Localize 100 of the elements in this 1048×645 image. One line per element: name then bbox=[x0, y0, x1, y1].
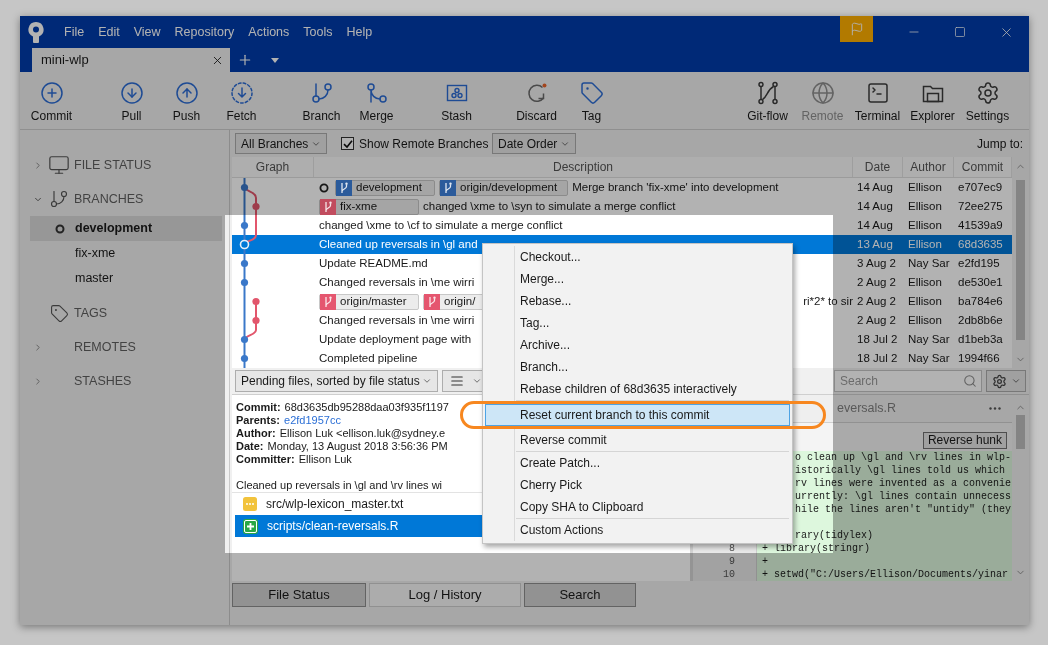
detail-label: Commit: bbox=[236, 401, 281, 414]
scrollbar-thumb[interactable] bbox=[1016, 415, 1025, 449]
menu-item[interactable]: Branch... bbox=[485, 356, 790, 378]
tab-list-button[interactable] bbox=[271, 58, 279, 63]
toolbar-button[interactable]: Fetch bbox=[214, 77, 269, 125]
diff-line: rary(tidylex) bbox=[795, 529, 873, 542]
toolbar-button[interactable]: Branch bbox=[294, 77, 349, 125]
ring-icon bbox=[55, 223, 65, 234]
column-header[interactable]: Graph bbox=[232, 157, 314, 177]
column-header[interactable]: Date bbox=[853, 157, 903, 177]
commit-date: 13 Aug bbox=[857, 237, 893, 250]
menu-item[interactable]: Checkout... bbox=[485, 246, 790, 268]
toolbar-button[interactable]: Push bbox=[159, 77, 214, 125]
menu-item[interactable]: Repository bbox=[174, 24, 235, 40]
sidebar-branch[interactable]: fix-xme bbox=[30, 241, 222, 266]
repository-tab[interactable]: mini-wlp bbox=[32, 48, 230, 72]
commit-hash: 72ee275 bbox=[958, 199, 1003, 212]
sidebar-section[interactable]: BRANCHES bbox=[20, 187, 229, 211]
branch-filter-dropdown[interactable]: All Branches bbox=[235, 133, 327, 154]
scrollbar[interactable] bbox=[1012, 157, 1029, 368]
menu-item[interactable]: Tag... bbox=[485, 312, 790, 334]
add-tab-button[interactable] bbox=[237, 52, 253, 68]
app-logo bbox=[28, 21, 44, 43]
more-button[interactable] bbox=[988, 404, 1002, 413]
diff-line: urrently: \gl lines contain unnecess bbox=[795, 490, 1012, 503]
settings-dropdown[interactable] bbox=[986, 370, 1026, 392]
menu-item[interactable]: Actions bbox=[248, 24, 290, 40]
commit-author: Nay Sar bbox=[908, 351, 950, 364]
menu-item[interactable]: Help bbox=[346, 24, 373, 40]
toolbar-button[interactable]: Git-flow bbox=[740, 77, 795, 125]
menu-item[interactable]: Rebase children of 68d3635 interactively bbox=[485, 378, 790, 400]
checkbox-label[interactable]: Show Remote Branches bbox=[359, 134, 489, 153]
commit-message-text: Cleaned up reversals in \gl and \rv lines wi bbox=[236, 479, 443, 491]
menu-item[interactable]: Create Patch... bbox=[485, 452, 790, 474]
toolbar-button[interactable]: Stash bbox=[429, 77, 484, 125]
sidebar-branch[interactable]: development bbox=[30, 216, 222, 241]
toolbar-button[interactable]: Discard bbox=[509, 77, 564, 125]
commit-message: Merge branch 'fix-xme' into development bbox=[572, 179, 779, 195]
commit-author: Ellison bbox=[908, 275, 942, 288]
toolbar-button[interactable]: Explorer bbox=[905, 77, 960, 125]
commit-hash: de530e1 bbox=[958, 275, 1003, 288]
sidebar-section[interactable]: REMOTES bbox=[20, 335, 229, 359]
column-header[interactable]: Description bbox=[314, 157, 853, 177]
column-header[interactable]: Author bbox=[903, 157, 954, 177]
commit-message: Completed pipeline bbox=[319, 350, 418, 366]
sidebar-section[interactable]: TAGS bbox=[20, 301, 229, 325]
menu-item[interactable]: Rebase... bbox=[485, 290, 790, 312]
menu-item[interactable]: Tools bbox=[303, 24, 333, 40]
toolbar-button[interactable]: Tag bbox=[564, 77, 619, 125]
menu-item[interactable]: Merge... bbox=[485, 268, 790, 290]
merge-icon bbox=[364, 81, 389, 105]
toolbar-button[interactable]: Pull bbox=[104, 77, 159, 125]
view-tab[interactable]: File Status bbox=[232, 583, 366, 607]
menu-item[interactable]: File bbox=[64, 24, 85, 40]
diff-line: istorically \gl lines told us which bbox=[795, 464, 1006, 477]
toolbar-button[interactable]: Terminal bbox=[850, 77, 905, 125]
menu-item[interactable]: Cherry Pick bbox=[485, 474, 790, 496]
maximize-icon bbox=[954, 26, 966, 38]
commit-message: Update deployment page with bbox=[319, 331, 472, 347]
sidebar-branch[interactable]: master bbox=[30, 266, 222, 291]
commit-hash: e2fd195 bbox=[958, 256, 1000, 269]
menu-item[interactable]: Edit bbox=[98, 24, 120, 40]
commit-date: 3 Aug 2 bbox=[857, 256, 896, 269]
scrollbar-thumb[interactable] bbox=[1016, 180, 1025, 340]
ref-name: fix-xme bbox=[339, 198, 379, 214]
commit-hash: 1994f66 bbox=[958, 351, 1000, 364]
tag-icon bbox=[579, 81, 604, 105]
order-dropdown[interactable]: Date Order bbox=[492, 133, 576, 154]
menu-item[interactable]: Copy SHA to Clipboard bbox=[485, 496, 790, 518]
view-tab[interactable]: Search bbox=[524, 583, 636, 607]
sidebar-section[interactable]: FILE STATUS bbox=[20, 153, 229, 177]
menu-item[interactable]: Reset current branch to this commit bbox=[485, 404, 790, 426]
menu-item[interactable]: Reverse commit bbox=[485, 429, 790, 451]
detail-label: Date: bbox=[236, 440, 264, 453]
arrow-up-circle-icon bbox=[174, 81, 199, 105]
sidebar-section[interactable]: STASHES bbox=[20, 369, 229, 393]
diff-line: + library(stringr) bbox=[762, 542, 871, 555]
toolbar-button[interactable]: Settings bbox=[960, 77, 1015, 125]
parent-commit-link[interactable]: e2fd1957cc bbox=[284, 414, 341, 427]
diff-line: + bbox=[762, 555, 768, 568]
commit-date: 2 Aug 2 bbox=[857, 275, 896, 288]
flag-button[interactable] bbox=[840, 16, 873, 42]
commit-hash: ba784e6 bbox=[958, 294, 1003, 307]
view-tab[interactable]: Log / History bbox=[369, 583, 521, 607]
menu-item[interactable]: View bbox=[133, 24, 161, 40]
checkbox[interactable] bbox=[341, 137, 354, 150]
commit-author: Ellison bbox=[908, 199, 942, 212]
commit-message: Update README.md bbox=[319, 255, 428, 271]
toolbar-button[interactable]: Merge bbox=[349, 77, 404, 125]
caret-icon bbox=[422, 376, 432, 386]
plus-icon bbox=[237, 52, 253, 68]
detail-label: Parents: bbox=[236, 414, 281, 427]
reverse-hunk-button[interactable]: Reverse hunk bbox=[922, 432, 1007, 449]
commit-author: Nay Sar bbox=[908, 332, 950, 345]
file-view-dropdown[interactable]: Pending files, sorted by file status bbox=[235, 370, 438, 392]
menu-item[interactable]: Archive... bbox=[485, 334, 790, 356]
search-field[interactable]: Search bbox=[834, 370, 982, 392]
toolbar-button[interactable]: Commit bbox=[24, 77, 79, 125]
commit-date: 14 Aug bbox=[857, 180, 893, 193]
commit-hash: e707ec9 bbox=[958, 180, 1003, 193]
